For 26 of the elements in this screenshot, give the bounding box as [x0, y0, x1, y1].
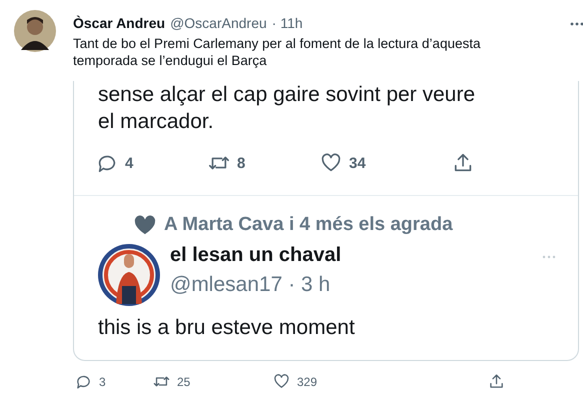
screenshot-text: sense alçar el cap gaire sovint per veure [97, 82, 476, 108]
action-count: 34 [349, 154, 366, 172]
avatar[interactable] [14, 10, 56, 52]
heart-icon[interactable] [320, 152, 342, 174]
author-handle[interactable]: @OscarAndreu [170, 15, 267, 31]
liked-by-text: A Marta Cava i 4 més els agrada [164, 214, 453, 236]
screenshot-text: el marcador. [97, 109, 215, 135]
more-icon[interactable] [570, 22, 583, 26]
share-icon[interactable] [488, 373, 505, 390]
action-count: 3 [99, 374, 106, 388]
reply-text: this is a bru esteve moment [97, 315, 356, 340]
reply-author-handle: @mlesan17 · 3 h [170, 273, 332, 297]
author-name[interactable]: Òscar Andreu [73, 15, 166, 31]
tweet-text: Tant de bo el Premi Carlemany per al foment de la lectura d’aquesta temporada se l’endugui el Barça [73, 35, 482, 69]
more-icon [542, 255, 556, 259]
reply-author-name: el lesan un chaval [170, 244, 342, 267]
action-count: 4 [125, 154, 134, 172]
share-icon[interactable] [452, 152, 474, 174]
reply-icon[interactable] [75, 373, 92, 390]
action-count: 8 [237, 154, 246, 172]
heart-icon[interactable] [273, 373, 290, 390]
action-count: 329 [297, 374, 318, 388]
attached-screenshot[interactable]: sense alçar el cap gaire sovint per veure el marcador. 4 8 34 A Marta Cava i 4 més els agrada el lesan un chaval @mlesan17 · 3 h this is a bru esteve moment [73, 81, 579, 361]
tweet-time: · 11h [272, 15, 303, 31]
heart-icon [134, 215, 156, 235]
action-count: 25 [177, 374, 190, 388]
